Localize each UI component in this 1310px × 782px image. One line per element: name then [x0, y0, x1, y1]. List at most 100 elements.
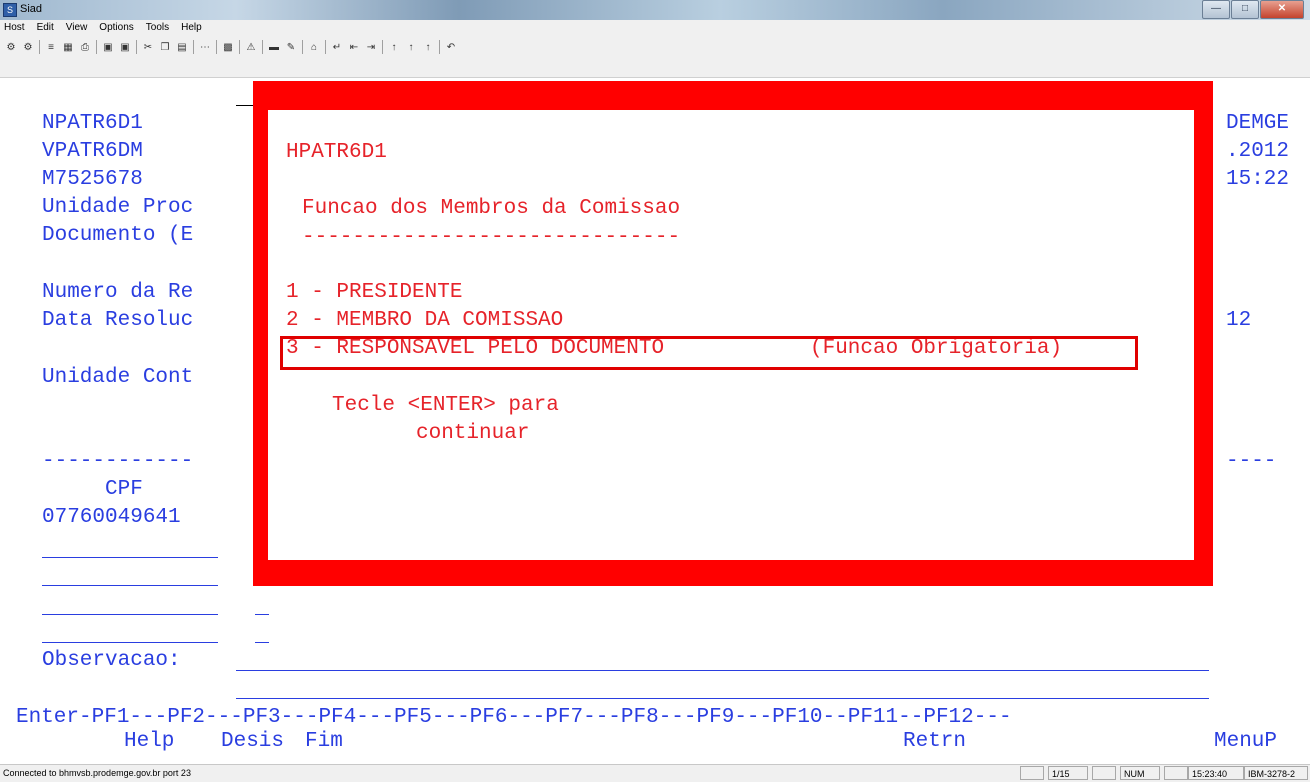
k3-icon[interactable]: ↑ — [421, 41, 435, 54]
column-header-cpf: CPF — [105, 478, 143, 501]
toolbar-separator — [302, 40, 303, 54]
maximize-button[interactable]: □ — [1231, 0, 1259, 19]
edit-icon[interactable]: ✎ — [284, 41, 298, 54]
input-field[interactable] — [42, 557, 218, 558]
print-icon[interactable]: ⎙ — [78, 41, 92, 54]
popup-id: HPATR6D1 — [286, 141, 387, 164]
pf12-menup[interactable]: MenuP — [1214, 730, 1277, 754]
receive-icon[interactable]: ▦ — [61, 41, 75, 54]
undo-icon[interactable]: ↶ — [444, 41, 458, 54]
tab-back-icon[interactable]: ⇤ — [347, 41, 361, 54]
status-cell-empty — [1164, 766, 1188, 780]
cut-icon[interactable]: ✂ — [141, 41, 155, 54]
observacao-input[interactable] — [236, 670, 1209, 671]
warning-icon[interactable]: ⚠ — [244, 41, 258, 54]
toolbar-separator — [382, 40, 383, 54]
program-id: NPATR6D1 — [42, 112, 143, 135]
input-field[interactable] — [42, 614, 218, 615]
pf2-desis[interactable]: Desis — [221, 730, 284, 754]
dots-icon[interactable]: ⋯ — [198, 41, 212, 54]
paste-icon[interactable]: ▤ — [175, 41, 189, 54]
connection-status: Connected to bhmvsb.prodemge.gov.br port… — [3, 768, 191, 778]
menu-host[interactable]: Host — [0, 22, 31, 33]
highlight-box — [280, 336, 1138, 370]
field-label: Unidade Proc — [42, 196, 194, 219]
separator-line: ------------ — [42, 450, 194, 473]
toolbar-separator — [136, 40, 137, 54]
input-field[interactable] — [42, 585, 218, 586]
field-label: Numero da Re — [42, 281, 194, 304]
input-field[interactable] — [42, 642, 218, 643]
status-cell-empty — [1020, 766, 1044, 780]
pf-keys-line: Enter-PF1---PF2---PF3---PF4---PF5---PF6-… — [16, 706, 1012, 729]
close-button[interactable]: ✕ — [1260, 0, 1304, 19]
menu-tools[interactable]: Tools — [140, 22, 175, 33]
home-icon[interactable]: ⌂ — [307, 41, 321, 54]
field-label: Documento (E — [42, 224, 194, 247]
cursor — [236, 105, 254, 106]
toolbar-separator — [39, 40, 40, 54]
popup-title: Funcao dos Membros da Comissao — [302, 197, 681, 220]
menu-edit[interactable]: Edit — [31, 22, 60, 33]
toolbar-separator — [239, 40, 240, 54]
chart-icon[interactable]: ▩ — [221, 41, 235, 54]
field-label: Data Resoluc — [42, 309, 194, 332]
menu-help[interactable]: Help — [175, 22, 208, 33]
send-icon[interactable]: ≡ — [44, 41, 58, 54]
app-icon[interactable]: S — [3, 3, 17, 17]
field-label: Unidade Cont — [42, 366, 194, 389]
toolbar-separator — [193, 40, 194, 54]
user-id: M7525678 — [42, 168, 143, 191]
option-presidente[interactable]: 1 - PRESIDENTE — [286, 281, 462, 305]
pf3-fim[interactable]: Fim — [305, 730, 343, 754]
status-bar: Connected to bhmvsb.prodemge.gov.br port… — [0, 764, 1310, 782]
num-lock-indicator: NUM — [1120, 766, 1160, 780]
system-id: DEMGE — [1226, 112, 1290, 135]
popup-content — [268, 110, 1194, 560]
k2-icon[interactable]: ↑ — [404, 41, 418, 54]
minimize-button[interactable]: — — [1202, 0, 1230, 19]
macro2-icon[interactable]: ▣ — [118, 41, 132, 54]
page-indicator: 1/15 — [1048, 766, 1088, 780]
toolbar-separator — [262, 40, 263, 54]
window-title: Siad — [20, 3, 43, 15]
instruction-line-2: continuar — [416, 422, 530, 445]
pf1-help[interactable]: Help — [124, 730, 174, 754]
screen-icon[interactable]: ▬ — [267, 41, 281, 54]
macro-icon[interactable]: ▣ — [101, 41, 115, 54]
toolbar: ⚙ ⚙ ≡ ▦ ⎙ ▣ ▣ ✂ ❐ ▤ ⋯ ▩ ⚠ ▬ ✎ ⌂ ↵ ⇤ ⇥ ↑ … — [0, 35, 1310, 78]
observacao-label: Observacao: — [42, 649, 181, 672]
title-bar[interactable]: S Siad — □ ✕ — [0, 0, 1310, 20]
cpf-value: 07760049641 — [42, 506, 181, 529]
popup-window — [253, 81, 1213, 586]
instruction-line-1: Tecle <ENTER> para — [332, 394, 559, 417]
clock: 15:23:40 — [1188, 766, 1244, 780]
toolbar-separator — [325, 40, 326, 54]
observacao-input-2[interactable] — [236, 698, 1209, 699]
menu-options[interactable]: Options — [93, 22, 139, 33]
tab-icon[interactable]: ⇥ — [364, 41, 378, 54]
input-field[interactable] — [255, 614, 269, 615]
option-membro[interactable]: 2 - MEMBRO DA COMISSAO — [286, 309, 563, 333]
menu-view[interactable]: View — [60, 22, 94, 33]
date-value: .2012 — [1226, 140, 1290, 163]
session2-icon[interactable]: ⚙ — [21, 41, 35, 54]
time-value: 15:22 — [1226, 168, 1290, 191]
view-id: VPATR6DM — [42, 140, 143, 163]
session-icon[interactable]: ⚙ — [4, 41, 18, 54]
popup-title-underline: ------------------------------ — [302, 226, 681, 249]
pf9-retrn[interactable]: Retrn — [903, 730, 966, 754]
terminal-screen[interactable]: NPATR6D1 VPATR6DM M7525678 Unidade Proc … — [0, 78, 1310, 764]
copy-icon[interactable]: ❐ — [158, 41, 172, 54]
toolbar-separator — [216, 40, 217, 54]
field-value: 12 — [1226, 309, 1252, 332]
input-field[interactable] — [255, 642, 269, 643]
status-cell-empty — [1092, 766, 1116, 780]
enter-icon[interactable]: ↵ — [330, 41, 344, 54]
menu-bar: Host Edit View Options Tools Help — [0, 20, 1310, 35]
terminal-type: IBM-3278-2 — [1244, 766, 1308, 780]
toolbar-separator — [439, 40, 440, 54]
toolbar-separator — [96, 40, 97, 54]
separator-line: ---- — [1226, 450, 1277, 473]
k1-icon[interactable]: ↑ — [387, 41, 401, 54]
